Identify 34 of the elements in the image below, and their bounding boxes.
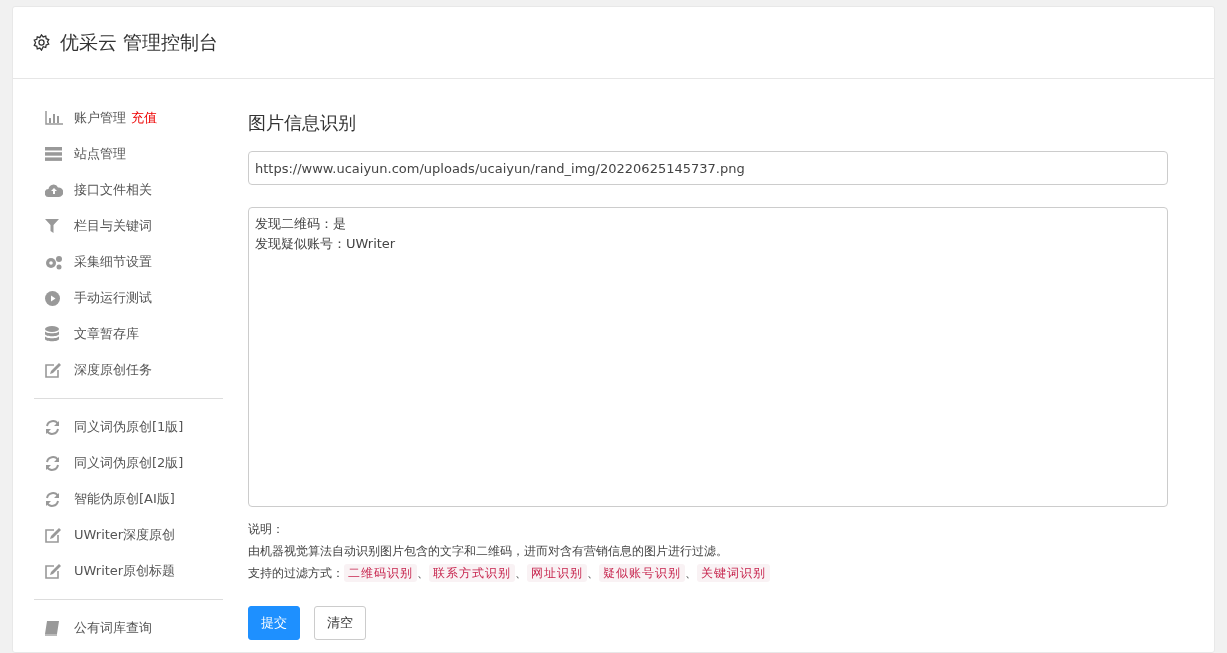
sidebar-item[interactable]: 同义词伪原创[2版] [34, 445, 223, 481]
sidebar-item[interactable]: 公有词库查询 [34, 610, 223, 646]
url-field[interactable]: https://www.ucaiyun.com/uploads/ucaiyun/rand_img/20220625145737.png [248, 151, 1168, 185]
separator: 、 [515, 565, 527, 582]
recharge-link[interactable]: 充值 [131, 109, 157, 127]
page-title: 图片信息识别 [248, 111, 356, 135]
sidebar-item[interactable]: 站点管理 [34, 136, 223, 172]
app-title: 优采云 管理控制台 [60, 29, 219, 55]
filter-tag: 网址识别 [527, 564, 587, 582]
sidebar-item[interactable]: 同义词伪原创[1版] [34, 409, 223, 445]
sidebar-link[interactable]: 账户管理 [74, 109, 126, 127]
sidebar-item[interactable]: UWriter深度原创 [34, 517, 223, 553]
filter-tag: 疑似账号识别 [599, 564, 685, 582]
filter-tag: 二维码识别 [344, 564, 417, 582]
sidebar-item[interactable]: 手动运行测试 [34, 280, 223, 316]
filter-tag: 联系方式识别 [429, 564, 515, 582]
sidebar-item[interactable]: 文章暂存库 [34, 316, 223, 352]
sidebar-item[interactable]: 深度原创任务 [34, 352, 223, 388]
separator: 、 [417, 565, 429, 582]
clear-button[interactable]: 清空 [314, 606, 366, 640]
separator: 、 [587, 565, 599, 582]
result-line: 发现二维码：是 [255, 215, 346, 233]
separator: 、 [685, 565, 697, 582]
sidebar-item[interactable]: 接口文件相关 [34, 172, 223, 208]
sidebar-item[interactable]: 智能伪原创[AI版] [34, 481, 223, 517]
result-line: 发现疑似账号：UWriter [255, 235, 396, 253]
result-field[interactable]: 发现二维码：是 发现疑似账号：UWriter [248, 207, 1168, 507]
sidebar-item[interactable]: 栏目与关键词 [34, 208, 223, 244]
sidebar-item[interactable]: UWriter原创标题 [34, 553, 223, 589]
filters-label: 支持的过滤方式： [248, 565, 344, 582]
notes-heading: 说明： [248, 521, 284, 538]
notes-description: 由机器视觉算法自动识别图片包含的文字和二维码，进而对含有营销信息的图片进行过滤。 [248, 543, 728, 560]
sidebar-item[interactable]: 采集细节设置 [34, 244, 223, 280]
filter-tag: 关键词识别 [697, 564, 770, 582]
